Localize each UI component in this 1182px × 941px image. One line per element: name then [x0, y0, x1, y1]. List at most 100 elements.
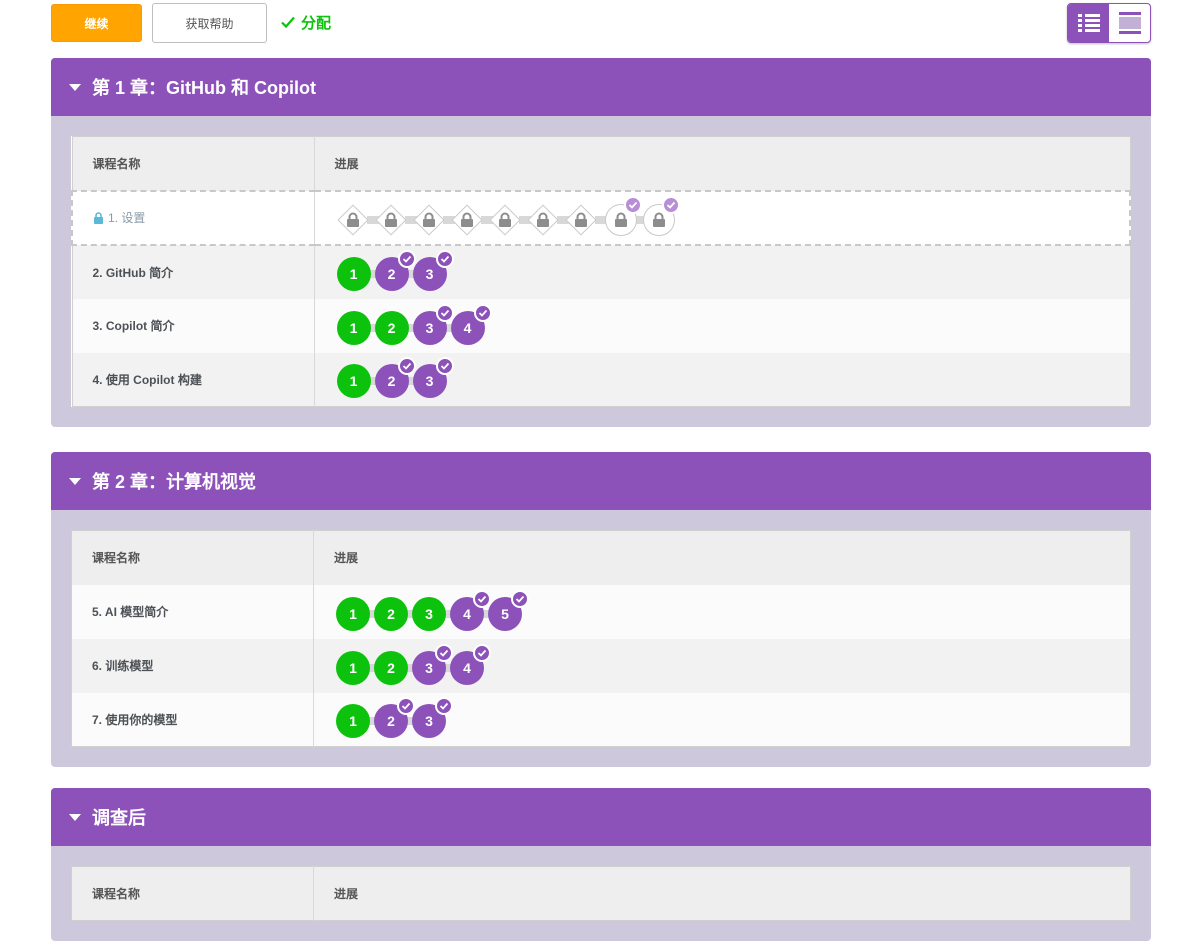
check-badge-icon	[435, 357, 454, 376]
check-badge-icon	[435, 303, 454, 322]
level-bubble[interactable]: 3	[412, 303, 454, 345]
lesson-cell[interactable]: 1. 设置	[71, 189, 315, 246]
level-number: 2	[387, 266, 396, 282]
level-bubble[interactable]: 4	[450, 303, 492, 345]
level-bubble[interactable]: 3	[412, 250, 454, 291]
level-bubble[interactable]: 5	[488, 589, 529, 631]
progress-bubbles	[336, 195, 1037, 238]
padlock-icon	[384, 212, 397, 227]
level-bubble[interactable]: 2	[374, 697, 415, 739]
chapter-header[interactable]: 调查后	[51, 788, 1151, 846]
progress-header: 进展	[313, 530, 1131, 585]
padlock-icon	[346, 212, 359, 227]
progress-cell	[314, 189, 1131, 246]
check-badge-icon	[473, 303, 492, 322]
continue-button[interactable]: 继续	[51, 4, 142, 42]
level-bubble[interactable]: 1	[336, 257, 371, 291]
locked-level-bubble[interactable]	[604, 195, 642, 236]
lesson-cell[interactable]: 7. 使用你的模型	[71, 692, 314, 747]
level-number: 4	[463, 319, 472, 336]
chapter-title: 第 2 章：计算机视觉	[92, 472, 257, 492]
lesson-cell[interactable]: 5. AI 模型简介	[71, 584, 314, 639]
top-toolbar: 继续 获取帮助 分配	[0, 0, 1182, 50]
level-number: 3	[425, 713, 433, 730]
lesson-name: 7. 使用你的模型	[92, 712, 178, 727]
level-bubble[interactable]: 3	[412, 357, 454, 399]
level-number: 1	[349, 319, 358, 336]
level-bubble[interactable]: 2	[374, 250, 416, 291]
level-number: 2	[387, 659, 395, 676]
level-number: 1	[349, 605, 357, 622]
level-number: 4	[463, 605, 471, 622]
chapter-header[interactable]: 第 1 章：GitHub 和 Copilot	[51, 58, 1151, 116]
check-badge-icon	[473, 643, 491, 662]
lesson-name: 5. AI 模型简介	[92, 605, 169, 619]
locked-level-bubble[interactable]	[642, 195, 680, 236]
locked-assessment-bubble[interactable]	[488, 203, 521, 236]
padlock-icon	[422, 212, 435, 227]
locked-assessment-bubble[interactable]	[526, 203, 559, 236]
chapter-title: 第 1 章：GitHub 和 Copilot	[92, 78, 316, 98]
lesson-name: 4. 使用 Copilot 构建	[92, 372, 202, 387]
table-row: 5. AI 模型简介 1 2 3 4 5	[71, 584, 1131, 639]
lesson-cell[interactable]: 3. Copilot 简介	[72, 298, 315, 353]
level-bubble[interactable]: 3	[412, 643, 453, 685]
lesson-table: 课程名称 进展	[71, 866, 1131, 921]
progress-bubbles: 1 2 3 4	[336, 303, 1037, 346]
check-icon	[281, 16, 295, 29]
lesson-cell[interactable]: 2. GitHub 简介	[72, 244, 315, 299]
level-number: 3	[425, 319, 434, 336]
level-number: 3	[425, 373, 434, 390]
lesson-table: 课程名称 进展 1. 设置 2. GitHub 简介 1 2 3 3. Copilot 简介 1…	[71, 136, 1131, 407]
level-bubble[interactable]: 1	[336, 310, 371, 345]
level-bubble[interactable]: 2	[374, 650, 408, 685]
lesson-name: 3. Copilot 简介	[92, 319, 175, 333]
get-help-button[interactable]: 获取帮助	[152, 3, 267, 43]
level-bubble[interactable]: 4	[450, 589, 491, 631]
level-number: 2	[387, 373, 396, 390]
level-bubble[interactable]: 2	[374, 357, 416, 399]
lesson-cell[interactable]: 6. 训练模型	[71, 638, 314, 693]
detail-view-button[interactable]	[1068, 4, 1109, 42]
progress-bubbles: 1 2 3	[336, 357, 1037, 399]
progress-cell: 1 2 3	[313, 692, 1131, 747]
caret-down-icon	[69, 83, 81, 91]
chapter-header[interactable]: 第 2 章：计算机视觉	[51, 452, 1151, 510]
level-bubble[interactable]: 4	[450, 643, 491, 685]
level-bubble[interactable]: 3	[412, 596, 446, 631]
progress-bubbles: 1 2 3 4	[336, 643, 1036, 686]
check-badge-icon	[397, 250, 416, 268]
progress-header: 进展	[314, 136, 1130, 191]
level-bubble[interactable]: 2	[374, 310, 409, 345]
locked-assessment-bubble[interactable]	[412, 203, 445, 236]
summary-view-icon	[1118, 12, 1141, 34]
padlock-icon	[614, 212, 627, 227]
level-bubble[interactable]: 1	[336, 704, 370, 739]
level-number: 2	[387, 713, 395, 730]
level-number: 2	[387, 605, 395, 622]
level-bubble[interactable]: 1	[336, 364, 371, 399]
locked-assessment-bubble[interactable]	[336, 203, 369, 236]
lesson-cell[interactable]: 4. 使用 Copilot 构建	[72, 352, 315, 407]
table-row: 7. 使用你的模型 1 2 3	[71, 692, 1131, 747]
lesson-name: 1. 设置	[108, 211, 146, 225]
summary-view-button[interactable]	[1109, 4, 1150, 42]
level-bubble[interactable]: 2	[374, 596, 408, 631]
level-number: 5	[501, 605, 509, 622]
padlock-icon	[498, 212, 511, 227]
level-bubble[interactable]: 3	[412, 697, 453, 739]
locked-assessment-bubble[interactable]	[450, 203, 483, 236]
lock-icon	[94, 211, 103, 224]
level-bubble[interactable]: 1	[336, 650, 370, 685]
locked-assessment-bubble[interactable]	[374, 203, 407, 236]
level-bubble[interactable]: 1	[336, 596, 370, 631]
level-number: 3	[425, 659, 433, 676]
progress-cell: 1 2 3 4 5	[313, 584, 1131, 639]
level-number: 3	[425, 605, 433, 622]
progress-bubbles: 1 2 3 4 5	[336, 589, 1036, 632]
check-badge-icon	[435, 643, 453, 662]
padlock-icon	[460, 212, 473, 227]
progress-header: 进展	[313, 866, 1131, 921]
locked-assessment-bubble[interactable]	[564, 203, 597, 236]
level-number: 2	[387, 319, 396, 336]
